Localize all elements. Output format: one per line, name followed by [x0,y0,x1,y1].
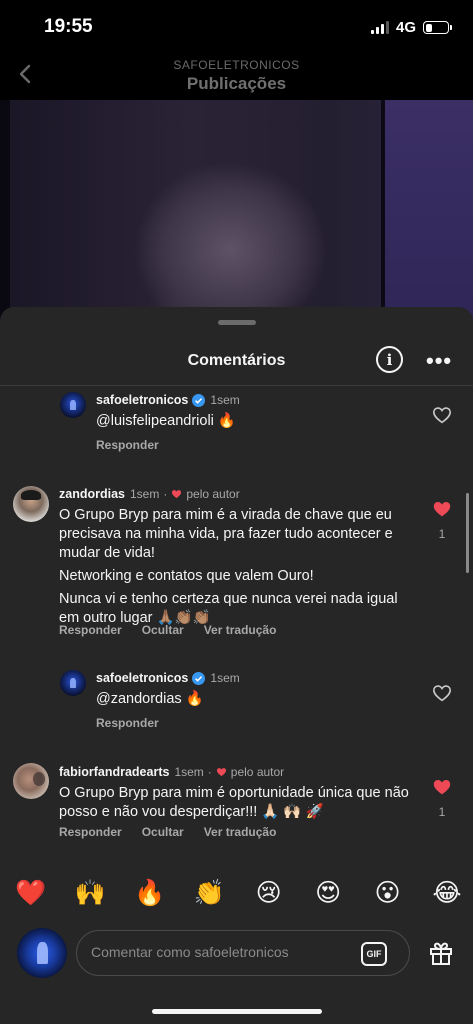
header-account: SAFOELETRONICOS [173,58,300,72]
comment-time: 1sem [210,671,240,685]
gif-icon[interactable]: GIF [361,942,387,966]
heart-icon[interactable] [432,406,452,424]
comment-username[interactable]: zandordias [59,487,125,501]
comment-paragraph: Networking e contatos que valem Ouro! [59,568,314,584]
emoji-fire[interactable]: 🔥 [133,878,167,908]
comment-meta: safoeletronicos 1sem [96,671,240,685]
comment-meta: zandordias 1sem · pelo autor [59,487,240,501]
scrollbar[interactable] [466,493,469,573]
signal-icon [370,21,389,34]
comment-time: 1sem [210,393,240,407]
comment-meta: safoeletronicos 1sem [96,393,240,407]
comment-paragraph: O Grupo Bryp para mim é a virada de chav… [59,507,393,561]
comment-username[interactable]: fabiorfandradearts [59,765,169,779]
emoji-bar: ❤️ 🙌 🔥 👏 😢 😍 😮 😂 [14,878,464,908]
verified-icon [192,671,206,685]
comment-meta: fabiorfandradearts 1sem · pelo autor [59,765,284,779]
comment-time: 1sem [174,765,204,779]
comment-actions: Responder [96,716,159,730]
comment-input[interactable] [91,944,351,960]
home-indicator[interactable] [152,1009,322,1014]
emoji-laugh[interactable]: 😂 [430,878,464,908]
post-video[interactable] [0,100,473,330]
emoji-heart-eyes[interactable]: 😍 [311,878,345,908]
separator-dot: · [207,765,212,779]
like-count: 1 [438,805,446,819]
translate-button[interactable]: Ver tradução [204,825,277,839]
heart-icon [216,768,226,777]
video-edge [0,100,10,330]
drag-handle[interactable] [218,320,256,325]
like-count: 1 [438,527,446,541]
avatar [17,928,67,978]
status-time: 19:55 [44,16,93,37]
emoji-clap[interactable]: 👏 [192,878,226,908]
author-like-label: pelo autor [230,765,285,779]
comment-username[interactable]: safoeletronicos [96,671,188,685]
page-title: Publicações [186,74,287,93]
avatar[interactable] [60,392,86,418]
hide-button[interactable]: Ocultar [142,623,184,637]
info-icon[interactable]: i [376,346,403,373]
emoji-cry[interactable]: 😢 [252,878,286,908]
comment-field[interactable]: GIF [76,930,410,976]
comment-text: @zandordias 🔥 [96,690,416,713]
separator-dot: · [163,487,168,501]
reply-button[interactable]: Responder [59,825,122,839]
status-bar: 19:55 4G [0,0,473,54]
gift-icon[interactable] [428,940,454,966]
comment-composer: GIF [0,926,473,984]
network-label: 4G [395,19,416,36]
nav-header: SAFOELETRONICOS Publicações [0,54,473,100]
comment-actions: Responder [96,438,159,452]
translate-button[interactable]: Ver tradução [204,623,277,637]
comment-paragraph: @zandordias 🔥 [96,691,204,707]
comment-time: 1sem [130,487,160,501]
heart-icon[interactable] [432,778,452,796]
reply-button[interactable]: Responder [59,623,122,637]
more-icon[interactable]: ••• [426,348,452,374]
avatar[interactable] [13,763,49,799]
hide-button[interactable]: Ocultar [142,825,184,839]
comment-paragraph: O Grupo Bryp para mim é oportunidade úni… [59,785,409,820]
comment-text: @luisfelipeandrioli 🔥 [96,412,416,435]
verified-icon [192,393,206,407]
emoji-heart[interactable]: ❤️ [14,878,48,908]
reply-button[interactable]: Responder [96,716,159,730]
heart-icon[interactable] [432,684,452,702]
divider [0,385,473,386]
avatar[interactable] [13,486,49,522]
comment-text: O Grupo Bryp para mim é oportunidade úni… [59,784,409,826]
comment-actions: Responder Ocultar Ver tradução [59,825,276,839]
emoji-raised-hands[interactable]: 🙌 [73,878,107,908]
comment-username[interactable]: safoeletronicos [96,393,188,407]
comment-text: O Grupo Bryp para mim é a virada de chav… [59,506,419,632]
status-indicators: 4G [370,19,452,36]
author-like-label: pelo autor [186,487,240,501]
avatar[interactable] [60,670,86,696]
battery-icon [423,21,452,34]
emoji-wow[interactable]: 😮 [371,878,405,908]
reply-button[interactable]: Responder [96,438,159,452]
video-background [385,100,473,330]
heart-icon[interactable] [432,500,452,518]
comment-actions: Responder Ocultar Ver tradução [59,623,276,637]
heart-icon [172,490,182,499]
comment-paragraph: @luisfelipeandrioli 🔥 [96,413,236,429]
battery-level [425,23,432,32]
